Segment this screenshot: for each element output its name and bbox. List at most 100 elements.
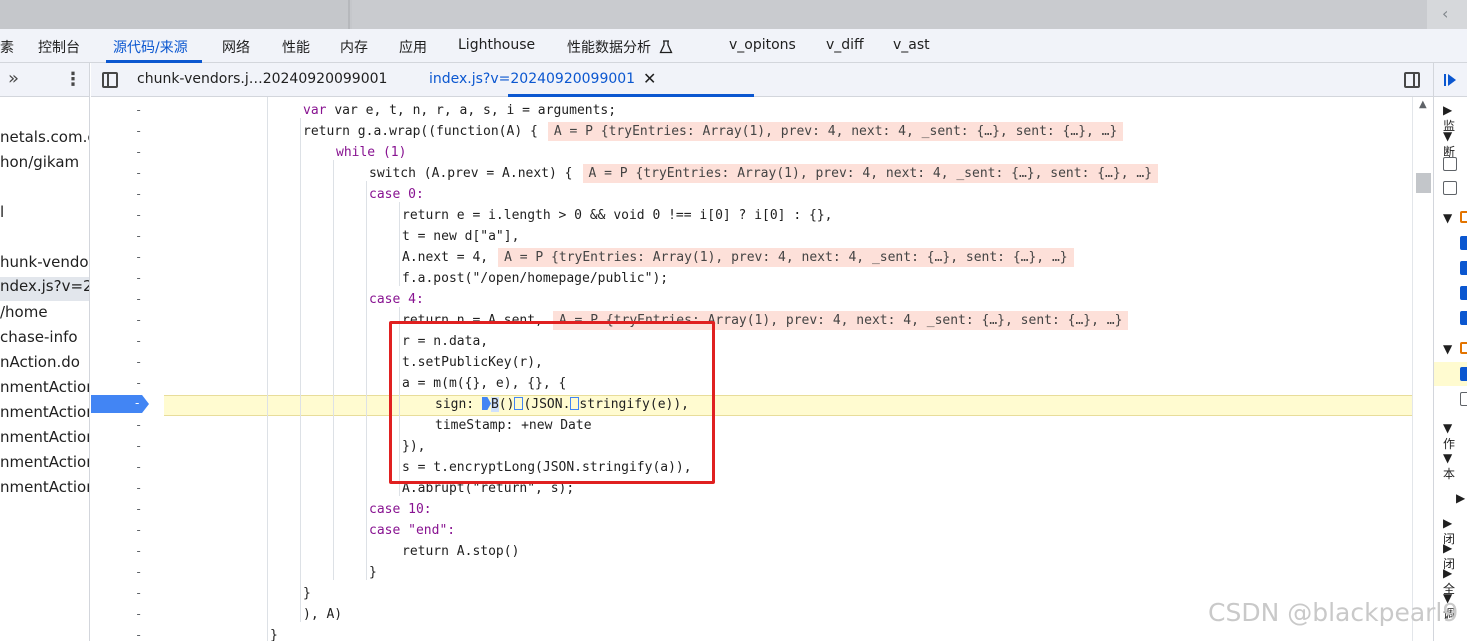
tab-performance-insights[interactable]: 性能数据分析: [567, 37, 673, 57]
gutter-mark[interactable]: -: [135, 481, 142, 495]
breakpoint-checkbox[interactable]: [1460, 236, 1467, 250]
file-icon: [1460, 211, 1467, 223]
gutter-mark[interactable]: -: [135, 607, 142, 621]
code-editor[interactable]: - - - - - - - - - - - - - - - - - - - - …: [91, 97, 1412, 641]
file-item[interactable]: /home: [0, 303, 48, 321]
sidebar-toggle-icon[interactable]: [102, 72, 118, 88]
kebab-menu-icon[interactable]: ⋮: [64, 69, 82, 90]
pause-on-exceptions-checkbox[interactable]: [1443, 157, 1457, 171]
code-line[interactable]: t = new d["a"],: [402, 226, 519, 247]
breakpoint-checkbox[interactable]: [1460, 392, 1467, 406]
section-breakpoints[interactable]: ▼ 断: [1443, 129, 1467, 160]
gutter-mark[interactable]: -: [135, 208, 142, 222]
gutter-mark[interactable]: -: [135, 502, 142, 516]
code-line[interactable]: A.next = 4, A = P {tryEntries: Array(1), …: [402, 247, 1074, 268]
gutter-mark[interactable]: -: [135, 355, 142, 369]
gutter-mark[interactable]: -: [135, 271, 142, 285]
file-item[interactable]: l: [0, 203, 4, 221]
code-line[interactable]: f.a.post("/open/homepage/public");: [402, 268, 668, 289]
code-line[interactable]: var var e, t, n, r, a, s, i = arguments;: [303, 100, 616, 121]
file-item[interactable]: nAction.do: [0, 353, 80, 371]
gutter-mark[interactable]: -: [135, 334, 142, 348]
gutter-mark[interactable]: -: [135, 313, 142, 327]
file-tab-index-js[interactable]: index.js?v=20240920099001: [429, 71, 635, 87]
gutter-mark[interactable]: -: [135, 187, 142, 201]
chevron-double-right-icon[interactable]: »: [8, 68, 19, 89]
file-item[interactable]: hunk-vendor: [0, 253, 89, 271]
gutter-mark[interactable]: -: [135, 439, 142, 453]
annotation-box: [389, 321, 715, 484]
breakpoint-group[interactable]: ▼: [1443, 342, 1452, 356]
code-line[interactable]: return A.stop(): [402, 541, 519, 562]
close-icon[interactable]: ✕: [643, 69, 656, 88]
gutter-mark[interactable]: -: [135, 292, 142, 306]
inline-value: A = P {tryEntries: Array(1), prev: 4, ne…: [582, 164, 1159, 183]
gutter-mark[interactable]: -: [135, 565, 142, 579]
code-line[interactable]: ), A): [303, 604, 342, 625]
gutter-mark[interactable]: -: [135, 460, 142, 474]
sidebar-right-toggle-icon[interactable]: [1404, 72, 1420, 88]
gutter-mark[interactable]: -: [135, 124, 142, 138]
code-line[interactable]: return g.a.wrap((function(A) {A = P {try…: [303, 121, 1124, 142]
file-item[interactable]: nmentAction: [0, 478, 89, 496]
tab-application[interactable]: 应用: [399, 37, 427, 57]
gutter-mark[interactable]: -: [135, 166, 142, 180]
file-navigator: » ⋮ netals.com.cn hon/gikam l hunk-vendo…: [0, 63, 90, 641]
code-line[interactable]: case 0:: [369, 184, 424, 205]
scroll-up-icon[interactable]: ▲: [1419, 99, 1427, 110]
chevron-left-icon[interactable]: ‹: [1442, 4, 1448, 23]
file-item[interactable]: nmentAction: [0, 453, 89, 471]
breakpoint-checkbox[interactable]: [1460, 261, 1467, 275]
tab-lighthouse[interactable]: Lighthouse: [458, 37, 535, 53]
file-item[interactable]: nmentAction: [0, 378, 89, 396]
gutter-mark[interactable]: -: [135, 229, 142, 243]
breakpoint-checkbox[interactable]: [1460, 286, 1467, 300]
paused-line-highlight: [164, 395, 1412, 416]
tab-network[interactable]: 网络: [222, 37, 250, 57]
code-line[interactable]: return e = i.length > 0 && void 0 !== i[…: [402, 205, 832, 226]
code-line[interactable]: while (1): [336, 142, 406, 163]
code-line[interactable]: }: [303, 583, 311, 604]
gutter-mark[interactable]: -: [135, 544, 142, 558]
tab-memory[interactable]: 内存: [340, 37, 368, 57]
tab-elements[interactable]: 素: [0, 37, 14, 57]
code-line[interactable]: case 4:: [369, 289, 424, 310]
file-item[interactable]: netals.com.cn: [0, 128, 89, 146]
breakpoint-group[interactable]: ▼: [1443, 211, 1452, 225]
breakpoint-checkbox[interactable]: [1460, 311, 1467, 325]
tab-sources[interactable]: 源代码/来源: [113, 37, 188, 57]
file-item[interactable]: chase-info: [0, 328, 78, 346]
tab-v-ast[interactable]: v_ast: [893, 37, 930, 53]
breakpoint-marker[interactable]: -: [91, 395, 149, 413]
code-line[interactable]: }: [369, 562, 377, 583]
tab-console[interactable]: 控制台: [38, 37, 80, 57]
file-item[interactable]: hon/gikam: [0, 153, 79, 171]
tab-v-opitons[interactable]: v_opitons: [729, 37, 796, 53]
gutter-mark[interactable]: -: [135, 376, 142, 390]
file-item-selected[interactable]: ndex.js?v=202: [0, 277, 89, 301]
file-item[interactable]: nmentAction: [0, 428, 89, 446]
code-line[interactable]: switch (A.prev = A.next) {A = P {tryEntr…: [369, 163, 1159, 184]
scope-expand[interactable]: ▶: [1456, 491, 1465, 505]
editor-scrollbar[interactable]: ▲: [1412, 97, 1433, 641]
resume-icon[interactable]: [1443, 73, 1457, 87]
scrollbar-thumb[interactable]: [1416, 173, 1431, 193]
code-line[interactable]: }: [270, 625, 278, 641]
gutter-mark[interactable]: -: [135, 523, 142, 537]
gutter-mark[interactable]: -: [135, 103, 142, 117]
gutter-mark[interactable]: -: [135, 145, 142, 159]
file-tab-chunk-vendors[interactable]: chunk-vendors.j…20240920099001: [137, 71, 387, 87]
gutter-mark[interactable]: -: [135, 250, 142, 264]
tab-performance[interactable]: 性能: [282, 37, 310, 57]
code-line[interactable]: case "end":: [369, 520, 455, 541]
breakpoint-checkbox[interactable]: [1460, 367, 1467, 381]
tab-v-diff[interactable]: v_diff: [826, 37, 864, 53]
gutter-mark[interactable]: -: [135, 586, 142, 600]
gutter-mark[interactable]: -: [135, 418, 142, 432]
section-scope[interactable]: ▼ 作: [1443, 421, 1467, 452]
section-local[interactable]: ▼ 本: [1443, 451, 1467, 482]
code-line[interactable]: case 10:: [369, 499, 432, 520]
file-item[interactable]: nmentAction: [0, 403, 89, 421]
gutter-mark[interactable]: -: [135, 628, 142, 641]
pause-on-caught-checkbox[interactable]: [1443, 181, 1457, 195]
